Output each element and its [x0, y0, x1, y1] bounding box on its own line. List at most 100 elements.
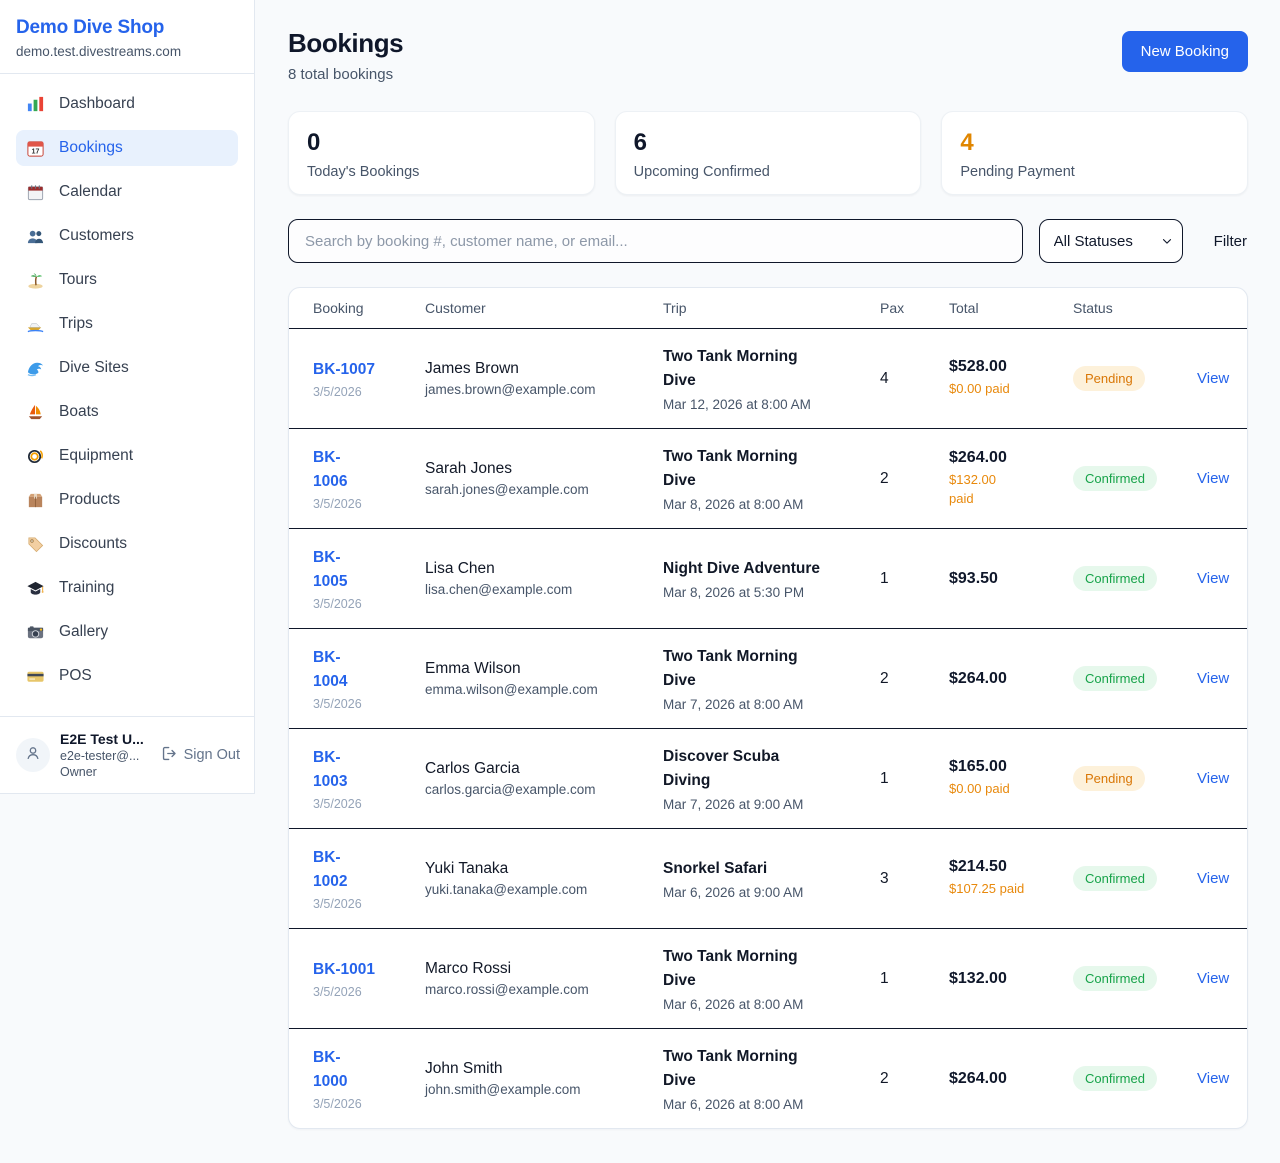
- trip-name: Two Tank Morning Dive: [663, 645, 870, 693]
- bookings-icon: 17: [26, 139, 45, 158]
- booking-cell: BK- 1003 3/5/2026: [313, 746, 425, 811]
- sidebar-item-pos[interactable]: POS: [16, 658, 238, 694]
- view-link[interactable]: View: [1197, 670, 1229, 687]
- trip-name: Two Tank Morning Dive: [663, 945, 870, 993]
- stat-card: 0 Today's Bookings: [288, 111, 595, 195]
- total-amount: $132.00: [949, 970, 1063, 988]
- booking-id-link[interactable]: BK- 1003: [313, 746, 415, 794]
- sidebar-item-discounts[interactable]: Discounts: [16, 526, 238, 562]
- table-row: BK- 1006 3/5/2026 Sarah Jones sarah.jone…: [289, 428, 1247, 528]
- trip-datetime: Mar 7, 2026 at 9:00 AM: [663, 797, 870, 812]
- sidebar-item-label: Gallery: [59, 623, 108, 641]
- customer-email: yuki.tanaka@example.com: [425, 882, 653, 897]
- view-link[interactable]: View: [1197, 370, 1229, 387]
- booking-id-link[interactable]: BK- 1000: [313, 1046, 415, 1094]
- customer-name: Yuki Tanaka: [425, 860, 653, 878]
- total-amount: $528.00: [949, 358, 1063, 376]
- shop-logo-block: Demo Dive Shop demo.test.divestreams.com: [0, 0, 254, 74]
- booking-id-link[interactable]: BK-1001: [313, 958, 415, 982]
- booking-id-link[interactable]: BK-1007: [313, 358, 415, 382]
- sidebar: Demo Dive Shop demo.test.divestreams.com…: [0, 0, 255, 794]
- trip-name: Discover Scuba Diving: [663, 745, 870, 793]
- booking-id-link[interactable]: BK- 1004: [313, 646, 415, 694]
- new-booking-button[interactable]: New Booking: [1122, 31, 1248, 72]
- view-link[interactable]: View: [1197, 870, 1229, 887]
- pax-count: 1: [880, 970, 949, 988]
- view-cell: View: [1197, 1070, 1233, 1088]
- booking-date: 3/5/2026: [313, 897, 415, 911]
- trip-name: Two Tank Morning Dive: [663, 345, 870, 393]
- booking-cell: BK- 1002 3/5/2026: [313, 846, 425, 911]
- page-title-block: Bookings 8 total bookings: [288, 28, 403, 83]
- sidebar-item-calendar[interactable]: Calendar: [16, 174, 238, 210]
- filter-button[interactable]: Filter: [1214, 233, 1247, 250]
- search-input[interactable]: [288, 219, 1023, 263]
- sidebar-item-label: Equipment: [59, 447, 133, 465]
- view-link[interactable]: View: [1197, 1070, 1229, 1087]
- sidebar-item-label: Customers: [59, 227, 134, 245]
- view-link[interactable]: View: [1197, 470, 1229, 487]
- stat-label: Pending Payment: [960, 164, 1229, 180]
- user-avatar: [16, 738, 50, 772]
- sidebar-item-training[interactable]: Training: [16, 570, 238, 606]
- boats-icon: [26, 403, 45, 422]
- stats-row: 0 Today's Bookings 6 Upcoming Confirmed …: [288, 111, 1248, 195]
- sidebar-item-tours[interactable]: Tours: [16, 262, 238, 298]
- view-cell: View: [1197, 470, 1233, 488]
- stat-value: 4: [960, 129, 1229, 157]
- customer-cell: Sarah Jones sarah.jones@example.com: [425, 460, 663, 497]
- trip-datetime: Mar 7, 2026 at 8:00 AM: [663, 697, 870, 712]
- table-row: BK-1001 3/5/2026 Marco Rossi marco.rossi…: [289, 928, 1247, 1028]
- user-email: e2e-tester@...: [60, 749, 144, 763]
- customer-email: emma.wilson@example.com: [425, 682, 653, 697]
- sidebar-item-products[interactable]: Products: [16, 482, 238, 518]
- view-link[interactable]: View: [1197, 770, 1229, 787]
- pax-count: 2: [880, 670, 949, 688]
- table-row: BK-1007 3/5/2026 James Brown james.brown…: [289, 328, 1247, 428]
- trip-name: Two Tank Morning Dive: [663, 445, 870, 493]
- total-amount: $93.50: [949, 570, 1063, 588]
- booking-cell: BK- 1000 3/5/2026: [313, 1046, 425, 1111]
- sidebar-item-customers[interactable]: Customers: [16, 218, 238, 254]
- sidebar-item-trips[interactable]: Trips: [16, 306, 238, 342]
- booking-id-link[interactable]: BK- 1005: [313, 546, 415, 594]
- total-cell: $93.50: [949, 570, 1073, 588]
- booking-id-link[interactable]: BK- 1006: [313, 446, 415, 494]
- table-row: BK- 1002 3/5/2026 Yuki Tanaka yuki.tanak…: [289, 828, 1247, 928]
- view-link[interactable]: View: [1197, 970, 1229, 987]
- sidebar-item-equipment[interactable]: Equipment: [16, 438, 238, 474]
- paid-amount: $132.00 paid: [949, 471, 1063, 507]
- booking-date: 3/5/2026: [313, 597, 415, 611]
- status-select[interactable]: All Statuses: [1039, 219, 1183, 263]
- sidebar-item-gallery[interactable]: Gallery: [16, 614, 238, 650]
- sign-out-button[interactable]: Sign Out: [161, 745, 240, 766]
- sidebar-item-dashboard[interactable]: Dashboard: [16, 86, 238, 122]
- sidebar-item-label: Trips: [59, 315, 93, 333]
- discounts-icon: [26, 535, 45, 554]
- user-block: E2E Test U... e2e-tester@... Owner Sign …: [0, 716, 254, 793]
- sidebar-item-boats[interactable]: Boats: [16, 394, 238, 430]
- total-amount: $264.00: [949, 1070, 1063, 1088]
- bookings-table: BookingCustomerTripPaxTotalStatus BK-100…: [288, 287, 1248, 1129]
- products-icon: [26, 491, 45, 510]
- status-badge: Pending: [1073, 766, 1145, 791]
- column-header-customer: Customer: [425, 300, 663, 316]
- total-cell: $132.00: [949, 970, 1073, 988]
- sign-out-label: Sign Out: [184, 747, 240, 763]
- trip-cell: Two Tank Morning Dive Mar 8, 2026 at 8:0…: [663, 445, 880, 512]
- booking-cell: BK- 1006 3/5/2026: [313, 446, 425, 511]
- status-badge: Confirmed: [1073, 566, 1157, 591]
- stat-card: 4 Pending Payment: [941, 111, 1248, 195]
- total-cell: $214.50 $107.25 paid: [949, 858, 1073, 898]
- sidebar-item-dive-sites[interactable]: Dive Sites: [16, 350, 238, 386]
- view-link[interactable]: View: [1197, 570, 1229, 587]
- sidebar-item-bookings[interactable]: 17 Bookings: [16, 130, 238, 166]
- booking-date: 3/5/2026: [313, 985, 415, 999]
- customer-cell: Emma Wilson emma.wilson@example.com: [425, 660, 663, 697]
- shop-name: Demo Dive Shop: [16, 17, 238, 39]
- pax-count: 2: [880, 1070, 949, 1088]
- booking-id-link[interactable]: BK- 1002: [313, 846, 415, 894]
- filter-row: All Statuses Filter: [288, 219, 1248, 263]
- trip-cell: Snorkel Safari Mar 6, 2026 at 9:00 AM: [663, 857, 880, 900]
- svg-text:17: 17: [32, 147, 40, 155]
